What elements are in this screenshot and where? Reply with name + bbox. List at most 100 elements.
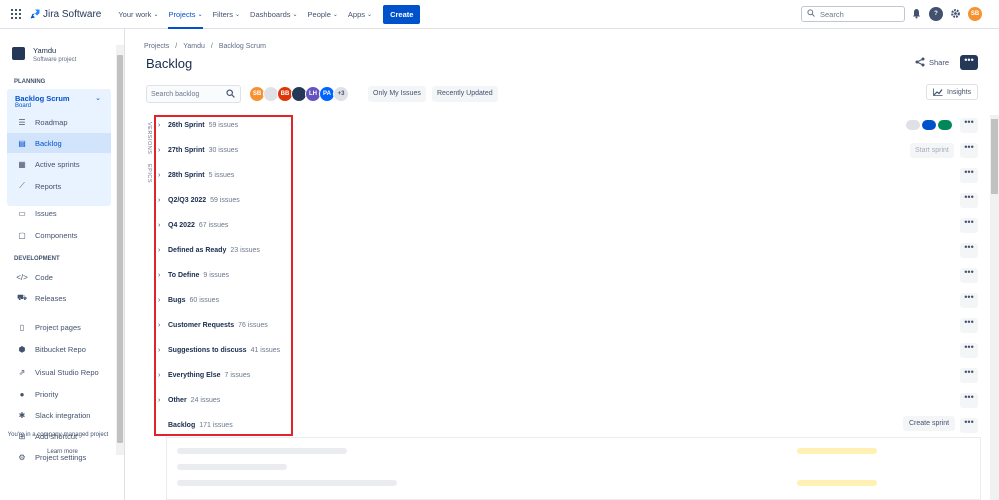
- sprint-more-button[interactable]: •••: [960, 168, 978, 183]
- sprint-more-button[interactable]: •••: [960, 418, 978, 433]
- development-section-label: DEVELOPMENT: [14, 256, 60, 262]
- sprint-more-button[interactable]: •••: [960, 118, 978, 133]
- status-indicator: [938, 120, 952, 130]
- assignee-avatar[interactable]: +3: [333, 86, 349, 102]
- sidebar-item-visual-studio-repo[interactable]: ⇗ Visual Studio Repo: [7, 362, 111, 382]
- settings-icon[interactable]: [950, 8, 961, 21]
- slack-icon: ✱: [18, 410, 26, 420]
- sidebar-item-label: Reports: [35, 181, 62, 191]
- sidebar-item-reports[interactable]: ⟋ Reports: [7, 176, 111, 196]
- nav-item-apps[interactable]: Apps ⌄: [343, 0, 377, 29]
- sidebar-item-components[interactable]: ▢ Components: [7, 225, 111, 245]
- search-icon: [807, 9, 815, 19]
- notifications-icon[interactable]: [911, 8, 922, 21]
- sidebar-item-label: Issues: [35, 208, 57, 218]
- sprint-more-button[interactable]: •••: [960, 293, 978, 308]
- chevron-down-icon: ⌄: [235, 11, 241, 18]
- share-label: Share: [929, 57, 950, 67]
- project-name: Yamdu: [33, 46, 57, 55]
- sidebar-scrollbar-thumb[interactable]: [117, 55, 123, 443]
- sprint-more-button[interactable]: •••: [960, 268, 978, 283]
- only-my-issues-button[interactable]: Only My Issues: [368, 86, 426, 102]
- sprint-more-button[interactable]: •••: [960, 193, 978, 208]
- start-sprint-button[interactable]: Start sprint: [910, 143, 954, 158]
- more-actions-button[interactable]: •••: [960, 55, 978, 70]
- insights-button[interactable]: Insights: [926, 84, 979, 100]
- board-type: Board: [15, 103, 32, 109]
- chevron-down-icon: ⌄: [292, 11, 298, 18]
- recently-updated-button[interactable]: Recently Updated: [432, 86, 498, 102]
- app-switcher-icon[interactable]: [11, 9, 21, 19]
- search-placeholder: Search: [820, 9, 844, 19]
- jira-logo[interactable]: Jira Software: [30, 9, 101, 20]
- roadmap-icon: ☰: [18, 117, 26, 127]
- assignee-avatars: SB BB LH PA +3: [249, 86, 349, 102]
- create-button[interactable]: Create: [383, 4, 421, 24]
- sprint-more-button[interactable]: •••: [960, 243, 978, 258]
- global-search-input[interactable]: Search: [801, 6, 905, 22]
- breadcrumb-projects[interactable]: Projects: [144, 43, 169, 50]
- share-button[interactable]: Share: [915, 57, 949, 67]
- user-avatar[interactable]: SB: [968, 7, 982, 21]
- nav-item-label: People: [307, 9, 331, 19]
- issues-icon: ▭: [18, 208, 26, 218]
- sidebar-item-issues[interactable]: ▭ Issues: [7, 203, 111, 223]
- create-sprint-button[interactable]: Create sprint: [903, 416, 956, 431]
- code-icon: </>: [16, 272, 28, 282]
- sidebar-item-priority[interactable]: ● Priority: [7, 384, 111, 404]
- sprint-more-button[interactable]: •••: [960, 343, 978, 358]
- board-selector[interactable]: Backlog Scrum Board ⌄: [7, 89, 111, 111]
- status-indicator: [906, 120, 920, 130]
- sidebar-item-label: Code: [35, 272, 53, 282]
- nav-item-dashboards[interactable]: Dashboards ⌄: [245, 0, 302, 29]
- sidebar-item-label: Visual Studio Repo: [35, 367, 99, 377]
- sidebar-item-project-pages[interactable]: ▯ Project pages: [7, 317, 111, 337]
- sprint-more-button[interactable]: •••: [960, 393, 978, 408]
- backlog-icon: ▤: [18, 138, 26, 148]
- sidebar-item-label: Releases: [35, 293, 67, 303]
- sidebar-item-slack-integration[interactable]: ✱ Slack integration: [7, 405, 111, 425]
- sidebar-item-bitbucket-repo[interactable]: ⬢ Bitbucket Repo: [7, 339, 111, 359]
- breadcrumb-project[interactable]: Yamdu: [183, 43, 205, 50]
- sidebar-item-roadmap[interactable]: ☰ Roadmap: [7, 112, 111, 132]
- breadcrumb-board[interactable]: Backlog Scrum: [219, 43, 266, 50]
- help-icon[interactable]: ?: [929, 7, 943, 21]
- components-icon: ▢: [18, 230, 26, 240]
- insights-icon: [933, 88, 943, 96]
- sidebar-item-label: Active sprints: [35, 159, 80, 169]
- learn-more-link[interactable]: Learn more: [0, 449, 125, 455]
- sprint-more-button[interactable]: •••: [960, 318, 978, 333]
- sidebar-item-code[interactable]: </> Code: [7, 267, 111, 287]
- nav-item-label: Apps: [347, 9, 366, 19]
- project-type: Software project: [33, 57, 77, 63]
- versions-tab[interactable]: VERSIONS: [146, 122, 152, 154]
- sprint-more-button[interactable]: •••: [960, 143, 978, 158]
- nav-item-people[interactable]: People ⌄: [303, 0, 343, 29]
- nav-item-projects[interactable]: Projects ⌄: [163, 0, 207, 29]
- sidebar-item-releases[interactable]: ⛟ Releases: [7, 288, 111, 308]
- sidebar-item-backlog[interactable]: ▤ Backlog: [7, 133, 111, 153]
- highlight-box: [154, 115, 293, 436]
- sidebar-item-label: Priority: [35, 389, 59, 399]
- reports-icon: ⟋: [19, 181, 25, 190]
- epics-tab[interactable]: EPICS: [146, 164, 152, 183]
- main-scrollbar-thumb[interactable]: [991, 119, 998, 194]
- project-header[interactable]: Yamdu Software project: [0, 29, 124, 63]
- backlog-search-input[interactable]: Search backlog: [146, 85, 241, 103]
- sidebar-item-active-sprints[interactable]: ▦ Active sprints: [7, 154, 111, 174]
- sidebar-item-label: Bitbucket Repo: [35, 344, 86, 354]
- status-indicator: [922, 120, 936, 130]
- share-icon: [915, 57, 925, 67]
- nav-item-your-work[interactable]: Your work ⌄: [113, 0, 163, 29]
- sprint-more-button[interactable]: •••: [960, 368, 978, 383]
- priority-icon: ●: [19, 389, 25, 399]
- nav-item-filters[interactable]: Filters ⌄: [208, 0, 245, 29]
- chevron-down-icon: ⌄: [153, 11, 159, 18]
- releases-icon: ⛟: [16, 293, 28, 302]
- sidebar-item-label: Roadmap: [35, 117, 68, 127]
- logo-text: Jira Software: [43, 8, 102, 20]
- planning-section-label: PLANNING: [14, 79, 46, 85]
- nav-item-label: Filters: [212, 9, 234, 19]
- sprint-more-button[interactable]: •••: [960, 218, 978, 233]
- board-icon: ▦: [18, 159, 26, 169]
